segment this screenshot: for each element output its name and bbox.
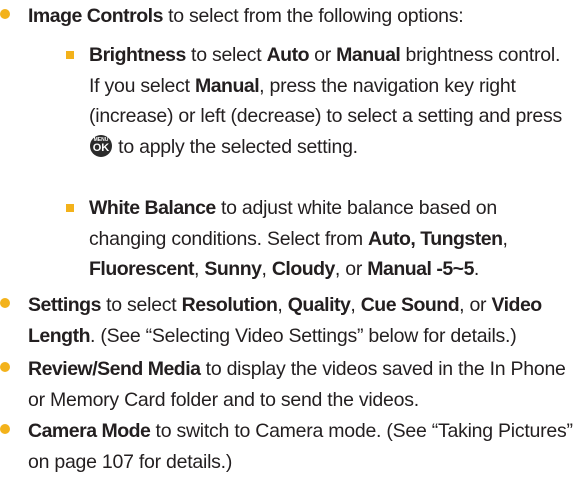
term-brightness: Brightness xyxy=(89,44,186,66)
list-item-camera-mode: Camera Mode to switch to Camera mode. (S… xyxy=(0,416,576,477)
bullet xyxy=(66,204,74,212)
bullet xyxy=(0,362,10,372)
list-item-brightness: Brightness to select Auto or Manual brig… xyxy=(66,40,574,162)
term-settings: Settings xyxy=(28,294,101,316)
term-camera-mode: Camera Mode xyxy=(28,420,151,442)
term-image-controls: Image Controls xyxy=(28,5,163,27)
bullet xyxy=(0,424,10,434)
list-item-image-controls: Image Controls to select from the follow… xyxy=(0,1,576,32)
list-item-white-balance: White Balance to adjust white balance ba… xyxy=(66,193,574,285)
bullet xyxy=(66,51,74,59)
list-item-review-send-media: Review/Send Media to display the videos … xyxy=(0,354,576,415)
document-page: Image Controls to select from the follow… xyxy=(0,0,578,473)
list-item-settings: Settings to select Resolution, Quality, … xyxy=(0,290,576,351)
bullet xyxy=(0,298,10,308)
menu-ok-key-icon: MENU OK xyxy=(90,134,112,157)
bullet xyxy=(0,9,10,19)
term-review-send-media: Review/Send Media xyxy=(28,358,201,380)
term-white-balance: White Balance xyxy=(89,197,216,219)
